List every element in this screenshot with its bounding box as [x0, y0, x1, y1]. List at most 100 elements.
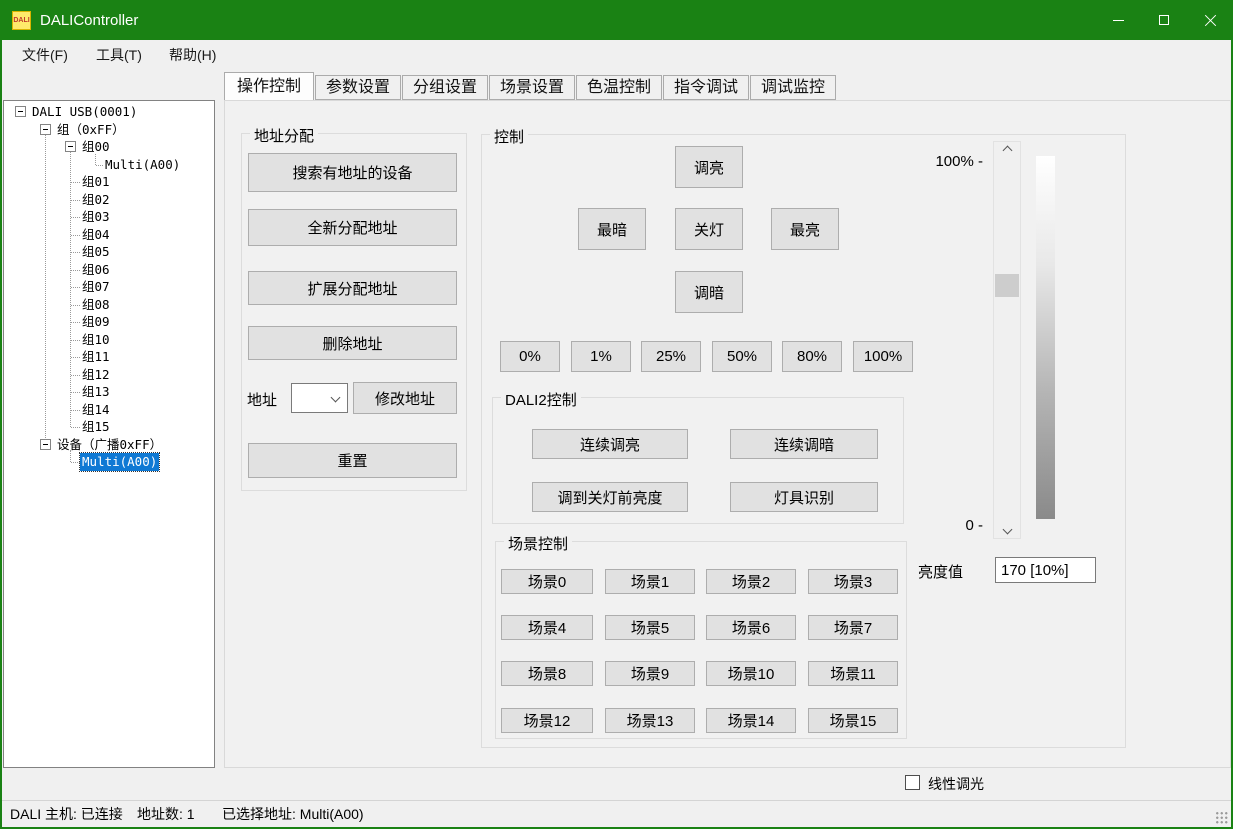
- brightness-gradient-bar: [1036, 156, 1055, 519]
- footer-row: 线性调光: [2, 768, 1231, 800]
- scene-14-button[interactable]: 场景14: [706, 708, 796, 733]
- tab-command-debug[interactable]: 指令调试: [663, 75, 749, 100]
- tree-item-group06[interactable]: 组06: [4, 261, 214, 279]
- tree-item-dali-usb[interactable]: DALI USB(0001): [4, 103, 214, 121]
- tree-item-multi-a00-selected[interactable]: Multi(A00): [4, 453, 214, 471]
- tree-item-group07[interactable]: 组07: [4, 278, 214, 296]
- maximize-button[interactable]: [1141, 0, 1187, 40]
- scene-8-button[interactable]: 场景8: [501, 661, 593, 686]
- tree-item-group10[interactable]: 组10: [4, 331, 214, 349]
- collapse-icon[interactable]: [40, 124, 51, 135]
- address-combobox[interactable]: [291, 383, 348, 413]
- tab-debug-monitor[interactable]: 调试监控: [750, 75, 836, 100]
- maximize-icon: [1159, 15, 1169, 25]
- scene-10-button[interactable]: 场景10: [706, 661, 796, 686]
- app-window: DALI DALIController 文件(F) 工具(T) 帮助(H) DA…: [0, 0, 1233, 829]
- group-title: 控制: [490, 126, 528, 147]
- brightness-value-input[interactable]: [995, 557, 1096, 583]
- brightness-scrollbar[interactable]: [993, 141, 1021, 539]
- collapse-icon[interactable]: [40, 439, 51, 450]
- group-title: DALI2控制: [501, 389, 581, 410]
- collapse-icon[interactable]: [15, 106, 26, 117]
- scroll-up-button[interactable]: [994, 142, 1020, 159]
- continuous-brighten-button[interactable]: 连续调亮: [532, 429, 688, 459]
- brightest-button[interactable]: 最亮: [771, 208, 839, 250]
- scene-11-button[interactable]: 场景11: [808, 661, 898, 686]
- scene-12-button[interactable]: 场景12: [501, 708, 593, 733]
- reset-button[interactable]: 重置: [248, 443, 457, 478]
- window-title: DALIController: [40, 12, 138, 29]
- tree-item-group05[interactable]: 组05: [4, 243, 214, 261]
- tree-item-group15[interactable]: 组15: [4, 418, 214, 436]
- luminaire-identify-button[interactable]: 灯具识别: [730, 482, 878, 512]
- percent-1-button[interactable]: 1%: [571, 341, 631, 372]
- tab-operation-control[interactable]: 操作控制: [224, 72, 314, 100]
- tab-group-settings[interactable]: 分组设置: [402, 75, 488, 100]
- scene-2-button[interactable]: 场景2: [706, 569, 796, 594]
- scroll-down-button[interactable]: [994, 521, 1020, 538]
- linear-dimming-checkbox[interactable]: [905, 775, 920, 790]
- tree-item-group00[interactable]: 组00: [4, 138, 214, 156]
- tree-item-group-root[interactable]: 组（0xFF）: [4, 121, 214, 139]
- tree-item-devices-broadcast[interactable]: 设备（广播0xFF）: [4, 436, 214, 454]
- address-label: 地址: [247, 389, 277, 410]
- dim-button[interactable]: 调暗: [675, 271, 743, 313]
- light-off-button[interactable]: 关灯: [675, 208, 743, 250]
- tree-item-group11[interactable]: 组11: [4, 348, 214, 366]
- tree-item-group08[interactable]: 组08: [4, 296, 214, 314]
- device-tree: DALI USB(0001) 组（0xFF） 组00 Multi(A00) 组0…: [3, 100, 215, 768]
- tree-item-group14[interactable]: 组14: [4, 401, 214, 419]
- percent-25-button[interactable]: 25%: [641, 341, 701, 372]
- dimmest-button[interactable]: 最暗: [578, 208, 646, 250]
- tab-parameter-settings[interactable]: 参数设置: [315, 75, 401, 100]
- scene-6-button[interactable]: 场景6: [706, 615, 796, 640]
- slider-max-label: 100% -: [905, 153, 983, 170]
- slider-min-label: 0 -: [905, 517, 983, 534]
- scene-5-button[interactable]: 场景5: [605, 615, 695, 640]
- tree-item-group01[interactable]: 组01: [4, 173, 214, 191]
- menu-file[interactable]: 文件(F): [16, 40, 74, 70]
- delete-address-button[interactable]: 删除地址: [248, 326, 457, 360]
- continuous-dim-button[interactable]: 连续调暗: [730, 429, 878, 459]
- scene-4-button[interactable]: 场景4: [501, 615, 593, 640]
- search-addressed-devices-button[interactable]: 搜索有地址的设备: [248, 153, 457, 192]
- scrollbar-thumb[interactable]: [995, 274, 1019, 297]
- percent-80-button[interactable]: 80%: [782, 341, 842, 372]
- scene-0-button[interactable]: 场景0: [501, 569, 593, 594]
- scene-9-button[interactable]: 场景9: [605, 661, 695, 686]
- tree-item-group13[interactable]: 组13: [4, 383, 214, 401]
- collapse-icon[interactable]: [65, 141, 76, 152]
- group-title: 场景控制: [504, 533, 572, 554]
- menu-help[interactable]: 帮助(H): [163, 40, 222, 70]
- assign-new-addresses-button[interactable]: 全新分配地址: [248, 209, 457, 246]
- brightness-value-label: 亮度值: [918, 561, 963, 582]
- minimize-button[interactable]: [1095, 0, 1141, 40]
- chevron-up-icon: [1002, 146, 1012, 156]
- scene-15-button[interactable]: 场景15: [808, 708, 898, 733]
- tree-item-multi-a00[interactable]: Multi(A00): [4, 156, 214, 174]
- percent-0-button[interactable]: 0%: [500, 341, 560, 372]
- percent-100-button[interactable]: 100%: [853, 341, 913, 372]
- scene-13-button[interactable]: 场景13: [605, 708, 695, 733]
- resize-grip[interactable]: [1215, 811, 1228, 824]
- tree-item-group02[interactable]: 组02: [4, 191, 214, 209]
- tree-item-group12[interactable]: 组12: [4, 366, 214, 384]
- percent-50-button[interactable]: 50%: [712, 341, 772, 372]
- brighten-button[interactable]: 调亮: [675, 146, 743, 188]
- extend-assign-addresses-button[interactable]: 扩展分配地址: [248, 271, 457, 305]
- tree-item-group04[interactable]: 组04: [4, 226, 214, 244]
- scene-3-button[interactable]: 场景3: [808, 569, 898, 594]
- scene-7-button[interactable]: 场景7: [808, 615, 898, 640]
- menu-tools[interactable]: 工具(T): [90, 40, 148, 70]
- tree-item-group09[interactable]: 组09: [4, 313, 214, 331]
- menu-bar: 文件(F) 工具(T) 帮助(H): [2, 40, 1231, 70]
- tab-scene-settings[interactable]: 场景设置: [489, 75, 575, 100]
- status-host-connection: DALI 主机: 已连接: [10, 801, 123, 828]
- scene-1-button[interactable]: 场景1: [605, 569, 695, 594]
- linear-dimming-label[interactable]: 线性调光: [928, 774, 984, 794]
- modify-address-button[interactable]: 修改地址: [353, 382, 457, 414]
- close-button[interactable]: [1187, 0, 1233, 40]
- recall-last-level-button[interactable]: 调到关灯前亮度: [532, 482, 688, 512]
- tree-item-group03[interactable]: 组03: [4, 208, 214, 226]
- tab-color-temp-control[interactable]: 色温控制: [576, 75, 662, 100]
